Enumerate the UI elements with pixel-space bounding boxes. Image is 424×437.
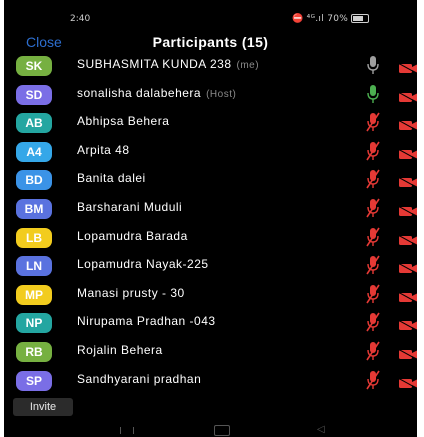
participant-tag: (Host): [206, 88, 237, 100]
participant-row[interactable]: BD Banita dalei: [4, 166, 417, 194]
mic-muted-icon: [366, 255, 380, 275]
mic-muted-icon: [366, 198, 380, 218]
participant-row[interactable]: SK SUBHASMITA KUNDA 238 (me): [4, 52, 417, 80]
participant-row[interactable]: MP Manasi prusty - 30: [4, 281, 417, 309]
participant-row[interactable]: AB Abhipsa Behera: [4, 109, 417, 137]
status-time: 2:40: [70, 14, 91, 24]
participant-name: Manasi prusty - 30: [77, 286, 185, 300]
microphone-icon: [366, 84, 380, 104]
participant-row[interactable]: SD sonalisha dalabehera (Host): [4, 81, 417, 109]
mic-muted-icon: [366, 227, 380, 247]
mic-muted-icon: [366, 141, 380, 161]
recent-apps-icon[interactable]: [120, 427, 134, 434]
video-off-icon: [397, 345, 417, 361]
participant-tag: (me): [236, 60, 260, 71]
participant-name-text: Banita dalei: [77, 171, 146, 186]
participant-name: sonalisha dalabehera (Host): [77, 86, 236, 100]
avatar: SK: [16, 56, 52, 76]
invite-button[interactable]: Invite: [13, 398, 73, 416]
video-off-icon: [397, 88, 417, 103]
avatar: BM: [16, 199, 52, 219]
video-off-icon: [397, 231, 417, 246]
participant-name-text: Barsharani Muduli: [77, 200, 183, 214]
avatar: BD: [16, 170, 52, 191]
video-off-icon: [397, 374, 417, 389]
avatar: LB: [16, 227, 52, 248]
participant-name-text: Manasi prusty - 30: [77, 285, 185, 300]
participant-name-text: Rojalin Behera: [77, 343, 163, 357]
participant-name: Barsharani Muduli: [77, 200, 182, 214]
phone-screen: 2:40 ⛔ ⁴ᴳ.ıl 70% Participants (15) Close…: [4, 0, 417, 437]
video-off-icon: [397, 259, 417, 275]
avatar: LN: [16, 256, 52, 277]
participant-name: Banita dalei: [77, 171, 146, 185]
participant-name: Lopamudra Nayak-225: [77, 257, 209, 271]
avatar: AB: [16, 113, 52, 134]
avatar: SP: [16, 370, 52, 391]
participant-row[interactable]: A4 Arpita 48: [4, 138, 417, 166]
participant-name: SUBHASMITA KUNDA 238 (me): [77, 57, 259, 71]
participant-name-text: sonalisha dalabehera: [77, 85, 202, 100]
avatar: NP: [16, 313, 52, 334]
participant-name: Nirupama Pradhan -043: [77, 314, 216, 328]
participant-name: Sandhyarani pradhan: [77, 372, 201, 386]
microphone-icon: [366, 55, 380, 75]
participant-name: Arpita 48: [77, 143, 130, 157]
mic-muted-icon: [366, 169, 380, 189]
participant-row[interactable]: RB Rojalin Behera: [4, 338, 417, 366]
close-button[interactable]: Close: [26, 34, 62, 50]
avatar: A4: [16, 141, 52, 162]
video-off-icon: [397, 59, 417, 75]
video-off-icon: [397, 173, 417, 189]
mic-muted-icon: [366, 112, 380, 132]
footer: Invite ◁: [4, 396, 417, 437]
video-off-icon: [397, 145, 417, 160]
video-off-icon: [397, 288, 417, 303]
video-off-icon: [397, 116, 417, 132]
participant-name-text: Lopamudra Barada: [77, 228, 188, 243]
avatar: MP: [16, 284, 52, 305]
home-icon[interactable]: [214, 425, 230, 436]
system-nav-bar: ◁: [4, 423, 417, 437]
participant-row[interactable]: LN Lopamudra Nayak-225: [4, 252, 417, 280]
page-title: Participants (15): [152, 34, 269, 50]
participant-name-text: Arpita 48: [77, 142, 130, 157]
mic-muted-icon: [366, 370, 380, 390]
status-bar: 2:40 ⛔ ⁴ᴳ.ıl 70%: [4, 0, 417, 33]
mic-muted-icon: [366, 284, 380, 304]
avatar: RB: [16, 342, 52, 362]
participant-name-text: Abhipsa Behera: [77, 114, 170, 129]
participant-row[interactable]: BM Barsharani Muduli: [4, 195, 417, 223]
avatar: SD: [16, 84, 52, 105]
video-off-icon: [397, 316, 417, 332]
mic-muted-icon: [366, 312, 380, 332]
mic-muted-icon: [366, 341, 380, 361]
status-indicators: ⛔ ⁴ᴳ.ıl 70%: [292, 14, 370, 24]
participant-name: Rojalin Behera: [77, 343, 163, 357]
participant-name-text: Lopamudra Nayak-225: [77, 257, 209, 272]
participant-name: Abhipsa Behera: [77, 114, 169, 128]
participant-name-text: SUBHASMITA KUNDA 238: [77, 57, 232, 71]
participant-name-text: Sandhyarani pradhan: [77, 371, 202, 386]
battery-icon: [351, 14, 370, 23]
participant-row[interactable]: LB Lopamudra Barada: [4, 224, 417, 252]
participant-name: Lopamudra Barada: [77, 229, 188, 243]
participant-row[interactable]: SP Sandhyarani pradhan: [4, 367, 417, 395]
video-off-icon: [397, 202, 417, 218]
back-icon[interactable]: ◁: [317, 425, 325, 435]
participant-name-text: Nirupama Pradhan -043: [77, 314, 216, 329]
participant-row[interactable]: NP Nirupama Pradhan -043: [4, 309, 417, 337]
